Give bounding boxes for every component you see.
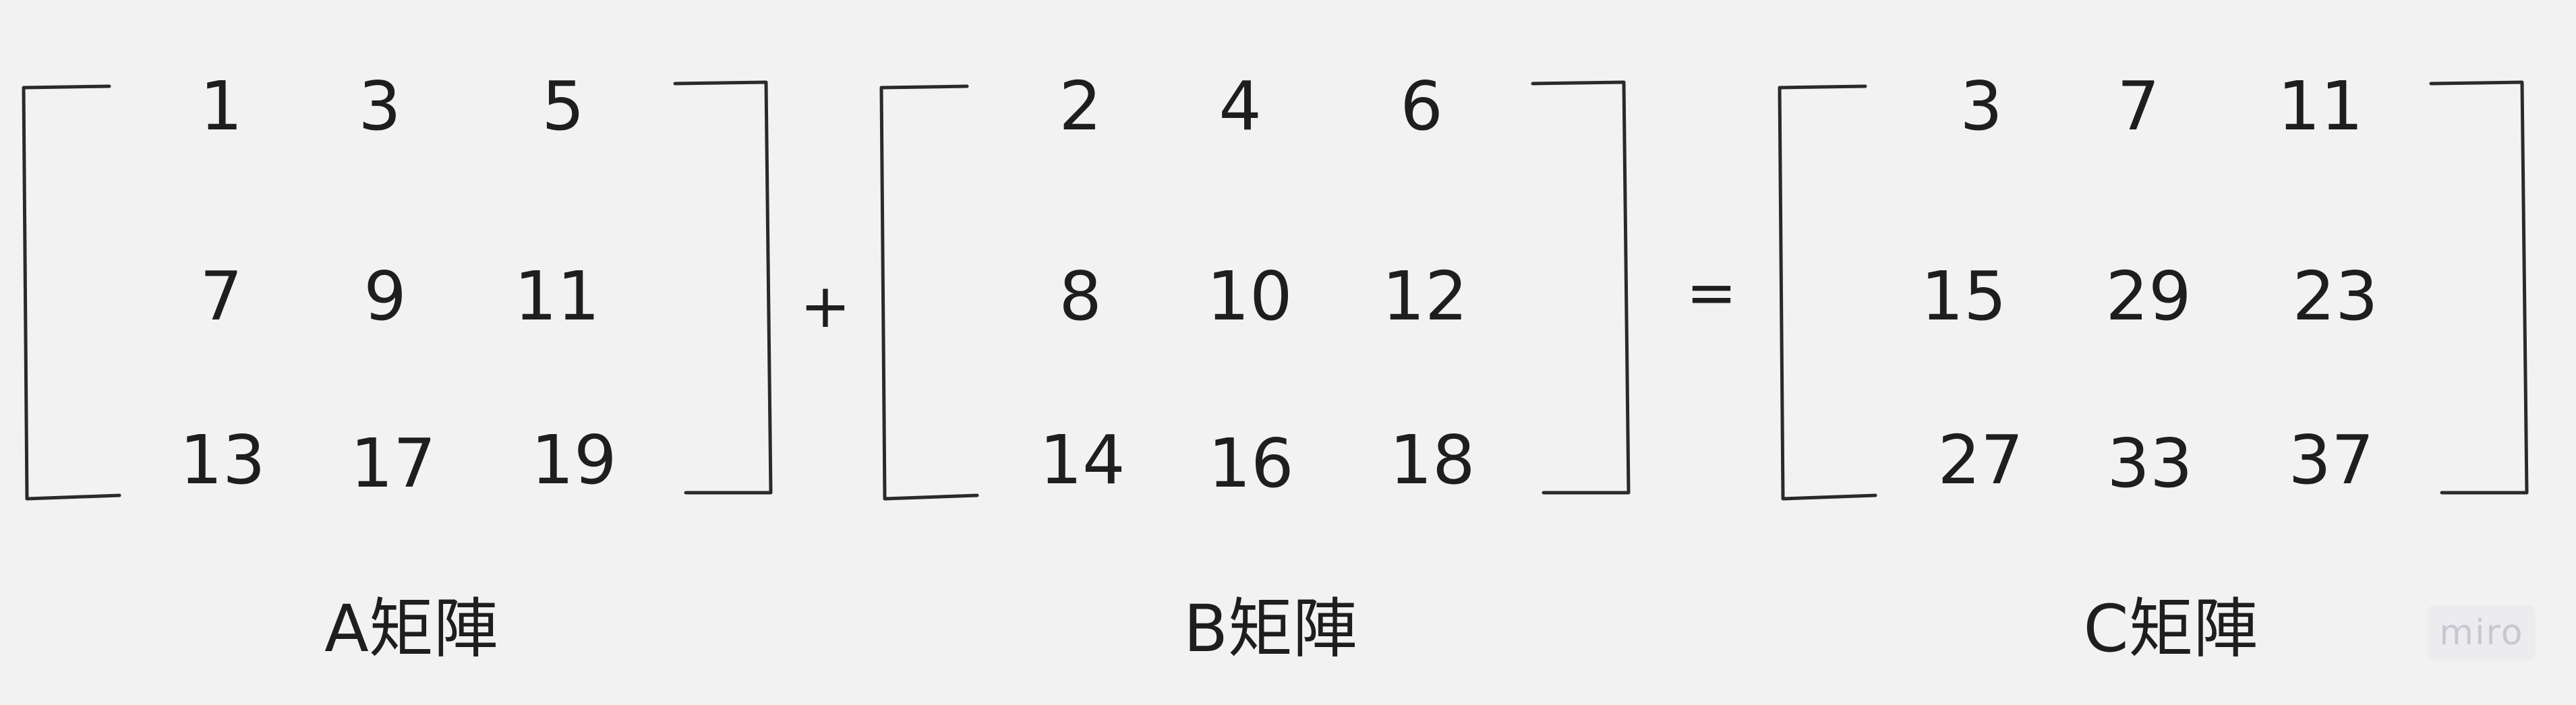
matrix-a-left-bracket (22, 84, 121, 501)
matrix-b-cell: 16 (1208, 424, 1294, 503)
matrix-b-right-bracket (1531, 80, 1631, 495)
matrix-b-cell: 6 (1400, 67, 1443, 146)
diagram-canvas: 1 3 5 7 9 11 13 17 19 + 2 4 6 8 10 12 14… (0, 0, 2576, 705)
matrix-a-cell: 7 (200, 257, 243, 336)
matrix-b-cell: 14 (1039, 421, 1125, 499)
equals-operator: = (1686, 257, 1737, 328)
matrix-a-cell: 13 (179, 421, 266, 499)
matrix-c-cell: 11 (2277, 67, 2364, 146)
matrix-b-label: B矩陣 (1183, 591, 1357, 667)
plus-operator: + (800, 271, 851, 342)
matrix-c-right-bracket (2429, 80, 2529, 495)
matrix-b-left-bracket (879, 84, 979, 501)
matrix-a-cell: 17 (350, 424, 436, 503)
matrix-b-cell: 4 (1219, 67, 1262, 146)
matrix-a-cell: 9 (363, 257, 407, 336)
matrix-b-cell: 2 (1059, 67, 1102, 146)
matrix-b-cell: 18 (1389, 421, 1475, 499)
matrix-a-cell: 3 (358, 67, 401, 146)
matrix-a-label: A矩陣 (324, 591, 498, 667)
matrix-a-right-bracket (673, 80, 773, 495)
miro-watermark-logo: miro (2428, 605, 2536, 661)
matrix-c-cell: 23 (2292, 257, 2378, 336)
matrix-a-cell: 1 (200, 67, 243, 146)
matrix-c-cell: 37 (2288, 421, 2374, 499)
matrix-a-cell: 19 (531, 421, 617, 499)
matrix-c-cell: 29 (2105, 257, 2192, 336)
matrix-c-cell: 33 (2107, 424, 2193, 503)
matrix-c-label: C矩陣 (2083, 591, 2258, 667)
matrix-c-cell: 27 (1937, 421, 2024, 499)
matrix-b-cell: 10 (1206, 257, 1293, 336)
matrix-c-cell: 7 (2117, 67, 2160, 146)
matrix-c-cell: 3 (1960, 67, 2003, 146)
matrix-a-cell: 5 (541, 67, 585, 146)
matrix-c-cell: 15 (1921, 257, 2007, 336)
matrix-b-cell: 12 (1382, 257, 1468, 336)
matrix-a-cell: 11 (514, 257, 600, 336)
matrix-b-cell: 8 (1059, 257, 1102, 336)
matrix-c-left-bracket (1778, 84, 1877, 501)
